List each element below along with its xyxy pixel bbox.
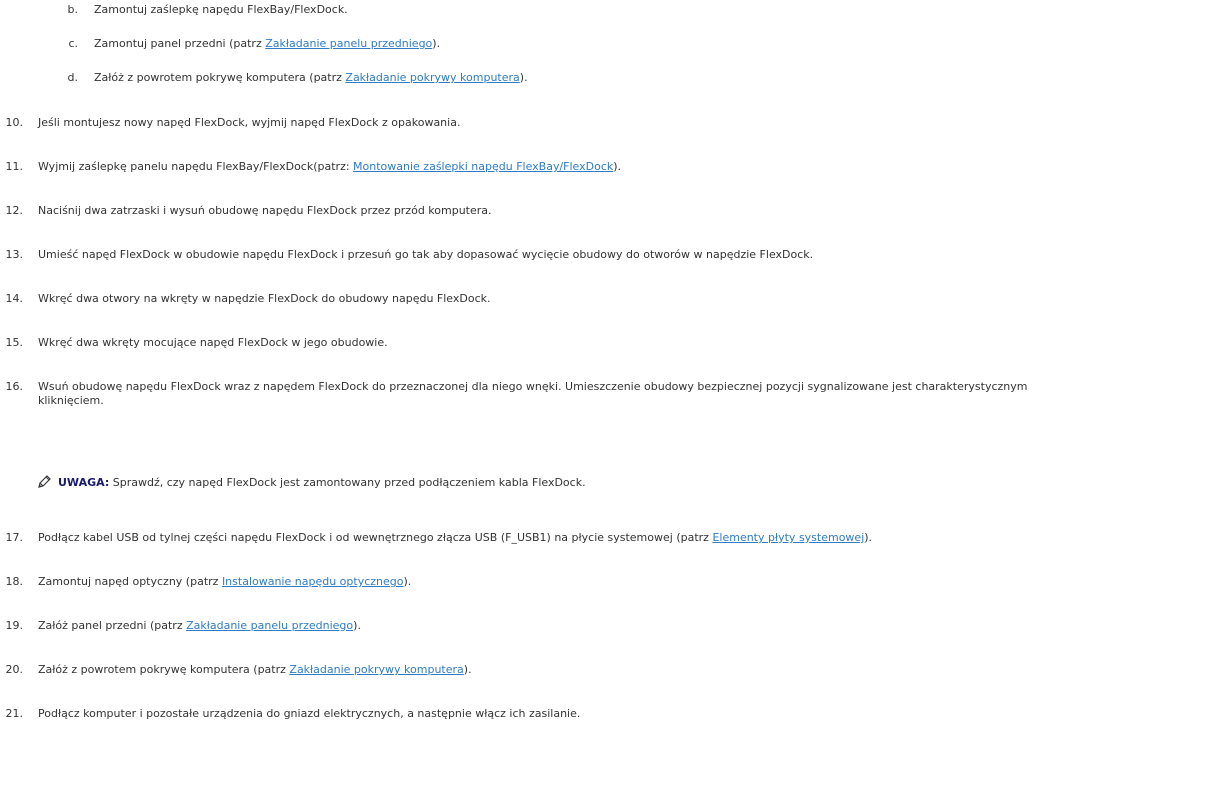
step-text: Umieść napęd FlexDock w obudowie napędu …: [38, 248, 814, 261]
step-text: Podłącz komputer i pozostałe urządzenia …: [38, 707, 581, 720]
step-text: Jeśli montujesz nowy napęd FlexDock, wyj…: [38, 116, 461, 129]
step-text: Załóż panel przedni (patrz Zakładanie pa…: [38, 619, 361, 632]
note-label: UWAGA:: [58, 476, 110, 489]
step-number: 13.: [5, 248, 24, 261]
step-text: Podłącz kabel USB od tylnej części napęd…: [38, 531, 873, 544]
step-text: Załóż z powrotem pokrywę komputera (patr…: [38, 663, 472, 676]
step-text: Zamontuj panel przedni (patrz Zakładanie…: [94, 37, 441, 50]
step-number: 19.: [5, 619, 24, 632]
note-text: Sprawdź, czy napęd FlexDock jest zamonto…: [109, 476, 586, 489]
link-zakladanie-panelu-przedniego[interactable]: Zakładanie panelu przedniego: [186, 619, 353, 632]
step-number: c.: [68, 37, 78, 50]
step-number: 12.: [5, 204, 24, 217]
step-number: 20.: [5, 663, 24, 676]
link-elementy-plyty-systemowej[interactable]: Elementy płyty systemowej: [712, 531, 864, 544]
link-montowanie-zaslepki[interactable]: Montowanie zaślepki napędu FlexBay/FlexD…: [353, 160, 613, 173]
step-number: 15.: [5, 336, 24, 349]
step-number: 18.: [5, 575, 24, 588]
document-page: b. Zamontuj zaślepkę napędu FlexBay/Flex…: [0, 0, 1211, 791]
step-number: b.: [67, 3, 78, 16]
step-number: 14.: [5, 292, 24, 305]
step-text: Zamontuj zaślepkę napędu FlexBay/FlexDoc…: [94, 3, 348, 16]
step-text: Załóż z powrotem pokrywę komputera (patr…: [94, 71, 528, 84]
step-text: Zamontuj napęd optyczny (patrz Instalowa…: [38, 575, 412, 588]
note-uwaga: UWAGA: Sprawdź, czy napęd FlexDock jest …: [38, 475, 586, 490]
step-text: Wkręć dwa otwory na wkręty w napędzie Fl…: [38, 292, 491, 305]
step-number: d.: [67, 71, 78, 84]
step-text: Wyjmij zaślepkę panelu napędu FlexBay/Fl…: [38, 160, 622, 173]
pencil-note-icon: [38, 475, 52, 488]
step-number: 21.: [5, 707, 24, 720]
step-text: Wkręć dwa wkręty mocujące napęd FlexDock…: [38, 336, 388, 349]
link-zakladanie-pokrywy-komputera[interactable]: Zakładanie pokrywy komputera: [345, 71, 519, 84]
link-zakladanie-panelu-przedniego[interactable]: Zakładanie panelu przedniego: [265, 37, 432, 50]
step-number: 16.: [5, 380, 24, 393]
link-instalowanie-napedu-optycznego[interactable]: Instalowanie napędu optycznego: [222, 575, 404, 588]
step-text: Naciśnij dwa zatrzaski i wysuń obudowę n…: [38, 204, 492, 217]
step-number: 11.: [5, 160, 24, 173]
step-text: Wsuń obudowę napędu FlexDock wraz z napę…: [38, 380, 1028, 407]
step-number: 10.: [5, 116, 24, 129]
step-number: 17.: [5, 531, 24, 544]
link-zakladanie-pokrywy-komputera[interactable]: Zakładanie pokrywy komputera: [289, 663, 463, 676]
